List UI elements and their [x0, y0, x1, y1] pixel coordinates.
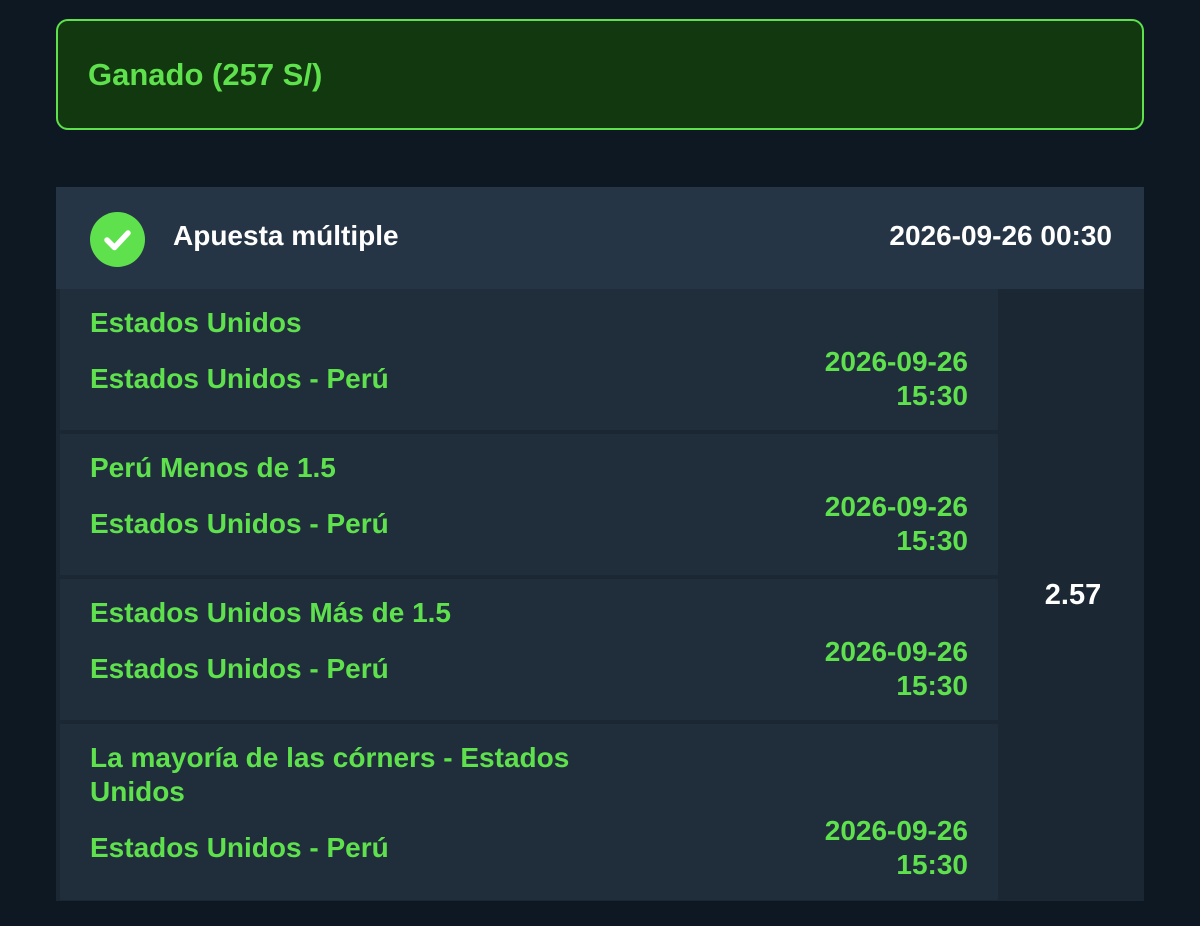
selection-match: Estados Unidos - Perú: [90, 363, 389, 394]
bet-type-label: Apuesta múltiple: [173, 220, 399, 251]
total-odds: 2.57: [1044, 578, 1102, 611]
bet-status-banner: Ganado (257 S/): [56, 19, 1144, 130]
selection-match: Estados Unidos - Perú: [90, 508, 389, 539]
selection-pick: Perú Menos de 1.5: [90, 452, 336, 483]
selection-match: Estados Unidos - Perú: [90, 653, 389, 684]
selection-time: 15:30: [896, 849, 968, 880]
selection-time: 15:30: [896, 525, 968, 556]
selection-date: 2026-09-26: [824, 346, 968, 377]
selection-time: 15:30: [896, 670, 968, 701]
selection-date: 2026-09-26: [824, 636, 968, 667]
selection-date: 2026-09-26: [824, 491, 968, 522]
selection-item[interactable]: La mayoría de las córners - Estados Unid…: [60, 724, 998, 900]
total-odds-panel: 2.57: [1002, 289, 1144, 901]
bet-detail-page: Ganado (257 S/) Apuesta múltiple 2026-09…: [0, 0, 1200, 926]
selection-datetime: 2026-09-26 15:30: [825, 635, 968, 703]
selection-datetime: 2026-09-26 15:30: [825, 345, 968, 413]
selection-datetime: 2026-09-26 15:30: [825, 490, 968, 558]
selection-item[interactable]: Estados Unidos Estados Unidos - Perú 202…: [60, 289, 998, 430]
selection-date: 2026-09-26: [824, 815, 968, 846]
selection-match: Estados Unidos - Perú: [90, 832, 389, 863]
selection-item[interactable]: Perú Menos de 1.5 Estados Unidos - Perú …: [60, 434, 998, 575]
selection-item[interactable]: Estados Unidos Más de 1.5 Estados Unidos…: [60, 579, 998, 720]
selection-datetime: 2026-09-26 15:30: [825, 814, 968, 882]
check-circle-icon: [90, 212, 145, 267]
bet-datetime: 2026-09-26 00:30: [889, 220, 1112, 251]
selection-time: 15:30: [896, 380, 968, 411]
selection-pick: Estados Unidos: [90, 307, 302, 338]
bet-card: Apuesta múltiple 2026-09-26 00:30 Estado…: [56, 187, 1144, 901]
bet-header: Apuesta múltiple 2026-09-26 00:30: [56, 187, 1144, 289]
selection-list: Estados Unidos Estados Unidos - Perú 202…: [60, 289, 998, 904]
selection-pick: Estados Unidos Más de 1.5: [90, 597, 451, 628]
bet-status-text: Ganado (257 S/): [88, 56, 323, 92]
selection-pick: La mayoría de las córners - Estados Unid…: [90, 742, 570, 807]
